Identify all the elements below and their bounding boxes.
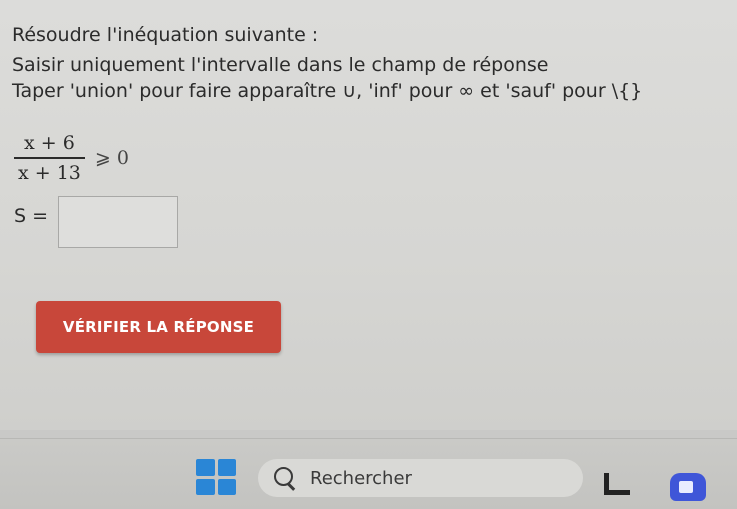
fraction-denominator: x + 13 bbox=[18, 162, 81, 184]
instruction-enter-interval: Saisir uniquement l'intervalle dans le c… bbox=[12, 54, 549, 76]
taskbar-search-box[interactable]: Rechercher bbox=[258, 459, 583, 497]
app-l-shape-icon[interactable] bbox=[600, 473, 630, 497]
instruction-keywords: Taper 'union' pour faire apparaître ∪, '… bbox=[12, 80, 643, 102]
camera-app-icon[interactable] bbox=[670, 473, 706, 501]
answer-input[interactable] bbox=[58, 196, 178, 248]
windows-logo-icon[interactable] bbox=[196, 459, 236, 495]
search-icon bbox=[272, 465, 298, 491]
verify-answer-button[interactable]: VÉRIFIER LA RÉPONSE bbox=[36, 301, 281, 353]
instruction-title: Résoudre l'inéquation suivante : bbox=[12, 24, 319, 46]
solution-label: S = bbox=[14, 205, 49, 227]
fraction-bar bbox=[14, 157, 85, 159]
exercise-page: Résoudre l'inéquation suivante : Saisir … bbox=[0, 0, 737, 430]
fraction: x + 6 x + 13 bbox=[14, 132, 85, 184]
taskbar-search-text: Rechercher bbox=[310, 467, 412, 489]
inequation-expression: x + 6 x + 13 ⩾ 0 bbox=[14, 132, 129, 184]
fraction-numerator: x + 6 bbox=[24, 132, 75, 154]
taskbar: Rechercher bbox=[0, 438, 737, 509]
inequality-relation: ⩾ 0 bbox=[94, 147, 129, 169]
